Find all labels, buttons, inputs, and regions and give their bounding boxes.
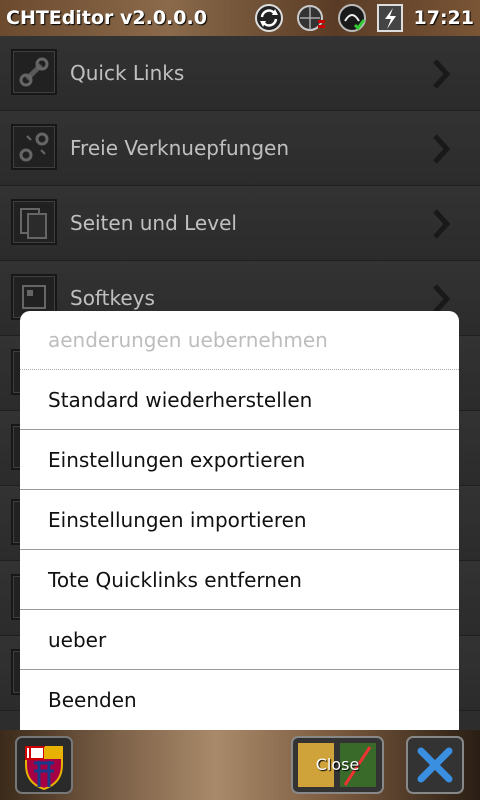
- sync-icon[interactable]: [254, 3, 284, 33]
- menu-item-import-settings[interactable]: Einstellungen importieren: [20, 491, 459, 550]
- menu-item-restore-defaults[interactable]: Standard wiederherstellen: [20, 371, 459, 430]
- clock: 17:21: [413, 7, 474, 29]
- menu-item-about[interactable]: ueber: [20, 611, 459, 670]
- signal-icon[interactable]: [337, 3, 367, 33]
- bottom-bar: Close: [0, 730, 480, 800]
- globe-icon[interactable]: [296, 3, 326, 33]
- battery-icon[interactable]: [375, 3, 405, 33]
- app-title: CHTEditor v2.0.0.0: [6, 7, 207, 29]
- menu-item-apply-changes: aenderungen uebernehmen: [20, 311, 459, 370]
- fcb-crest-icon[interactable]: [14, 735, 74, 795]
- status-bar: CHTEditor v2.0.0.0 17:21: [0, 0, 480, 36]
- menu-item-export-settings[interactable]: Einstellungen exportieren: [20, 431, 459, 490]
- options-menu: aenderungen uebernehmen Standard wiederh…: [20, 311, 459, 731]
- close-button[interactable]: Close: [290, 730, 385, 800]
- close-x-icon[interactable]: [405, 735, 465, 795]
- menu-item-remove-dead-quicklinks[interactable]: Tote Quicklinks entfernen: [20, 551, 459, 610]
- menu-item-exit[interactable]: Beenden: [20, 671, 459, 730]
